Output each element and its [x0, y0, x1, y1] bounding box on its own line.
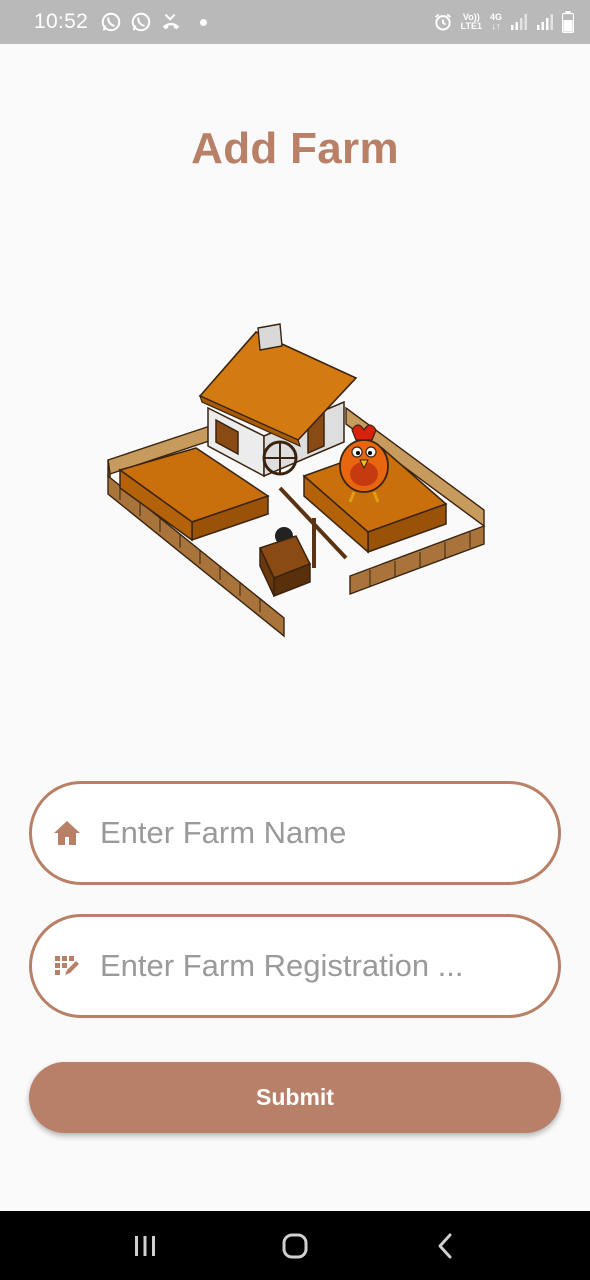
- farm-registration-field[interactable]: [29, 914, 561, 1018]
- alarm-icon: [433, 12, 453, 32]
- home-icon: [52, 818, 82, 848]
- lte-label: LTE1: [460, 21, 482, 31]
- whatsapp-icon: [100, 11, 122, 33]
- status-time: 10:52: [34, 10, 89, 33]
- page-title: Add Farm: [191, 124, 399, 173]
- submit-button[interactable]: Submit: [29, 1062, 561, 1133]
- signal-icon: [536, 13, 554, 31]
- home-nav-icon[interactable]: [265, 1216, 325, 1276]
- whatsapp-icon: [130, 11, 152, 33]
- farm-illustration: [100, 318, 490, 640]
- signal-icon: [510, 13, 528, 31]
- missed-call-icon: [160, 11, 182, 33]
- registration-icon: [52, 951, 82, 981]
- notification-dot-icon: [200, 18, 208, 26]
- farm-name-field[interactable]: [29, 781, 561, 885]
- status-bar: 10:52 Vo)) LTE1 4G ↓↑: [0, 0, 590, 44]
- volte-lte-icon: Vo)) LTE1: [461, 13, 482, 31]
- farm-name-input[interactable]: [100, 815, 530, 851]
- status-left: 10:52: [34, 10, 208, 34]
- status-right: Vo)) LTE1 4G ↓↑: [433, 11, 574, 33]
- data-arrows-icon: ↓↑: [491, 21, 501, 31]
- 4g-data-icon: 4G ↓↑: [490, 13, 502, 31]
- farm-registration-input[interactable]: [100, 948, 530, 984]
- navigation-bar: [0, 1211, 590, 1280]
- battery-icon: [562, 11, 574, 33]
- recents-icon[interactable]: [115, 1216, 175, 1276]
- back-icon[interactable]: [415, 1216, 475, 1276]
